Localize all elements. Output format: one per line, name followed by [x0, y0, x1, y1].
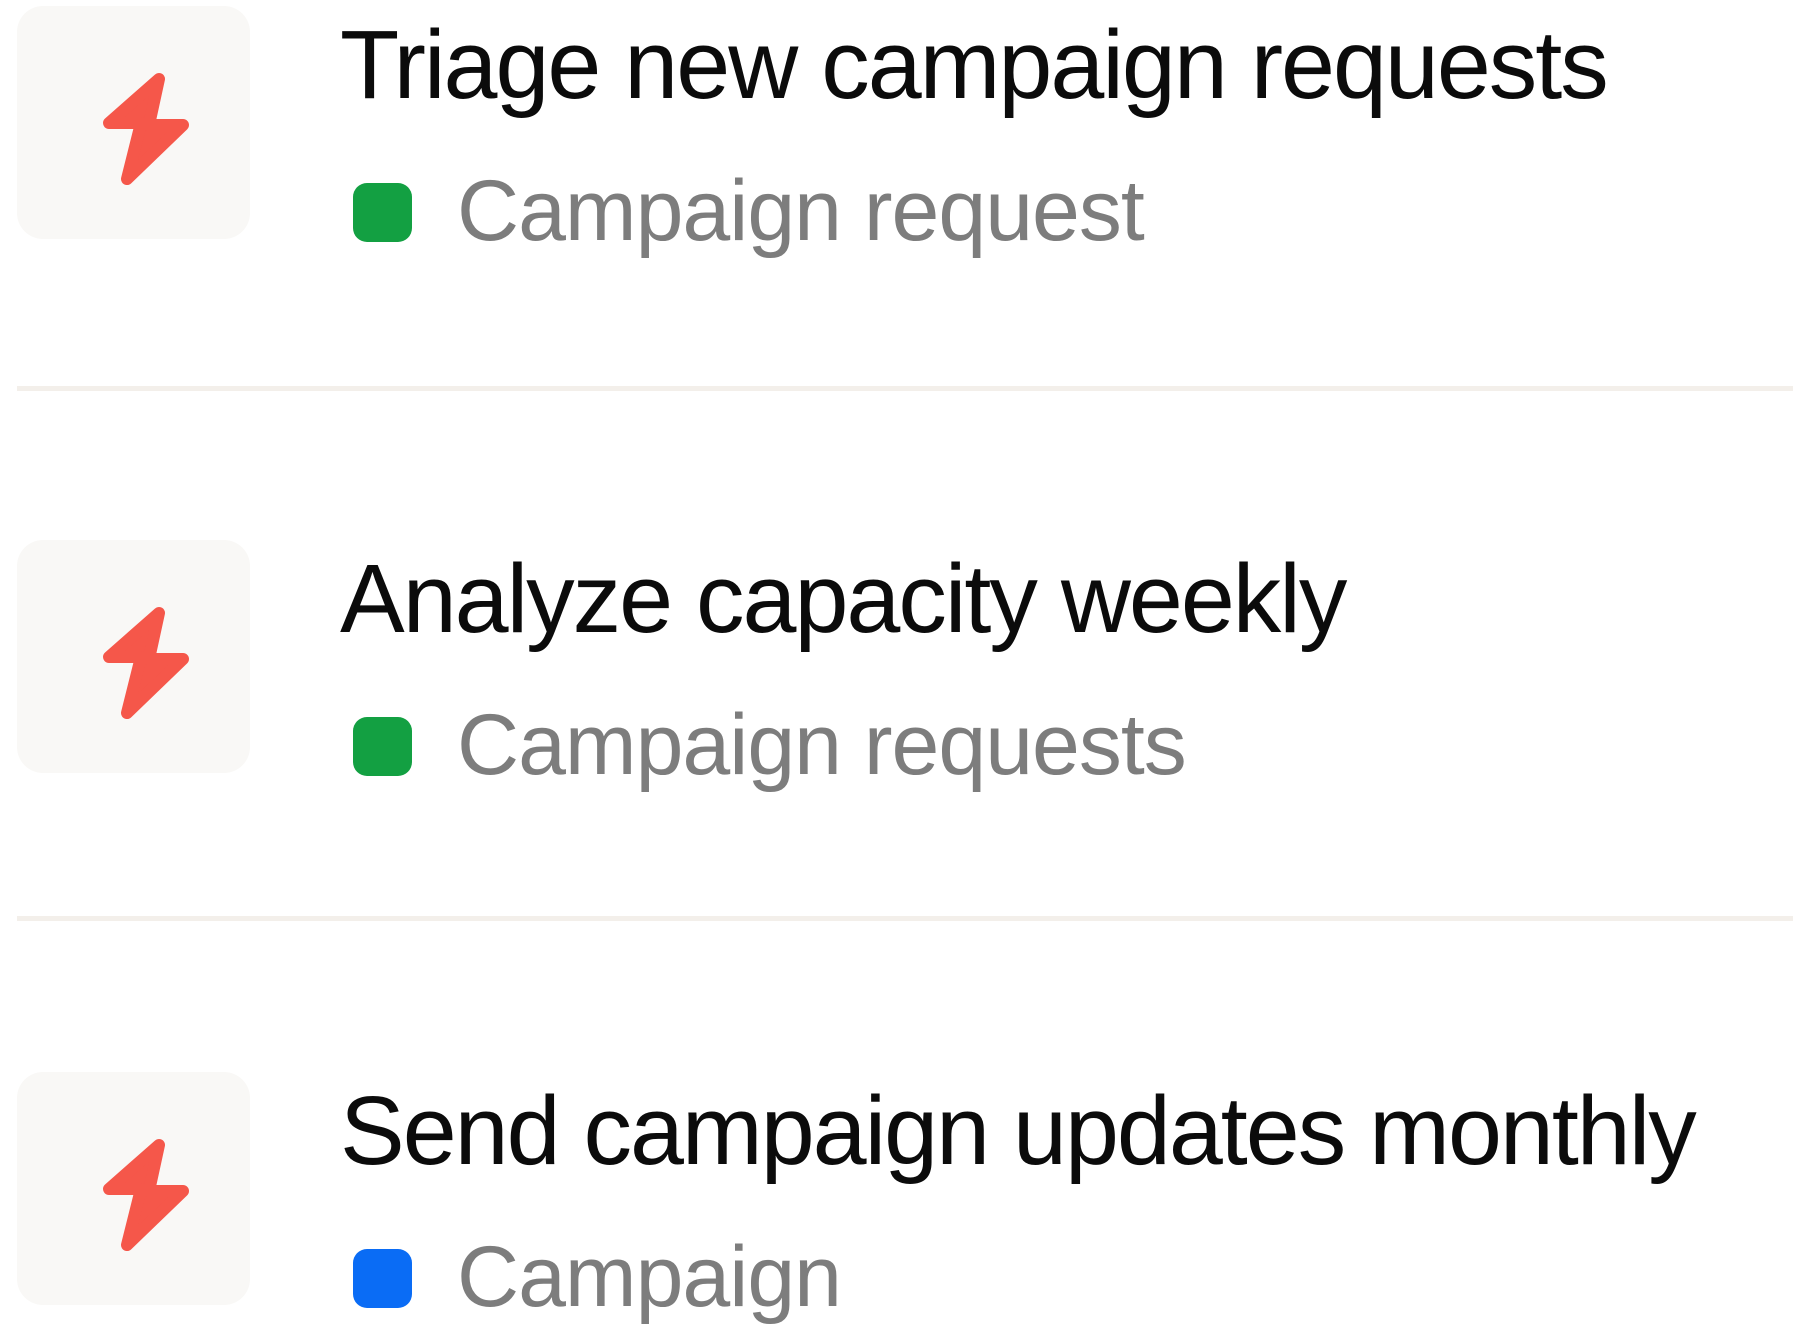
list-item[interactable]: Analyze capacity weekly Campaign request…	[0, 540, 1793, 793]
icon-tile	[17, 6, 250, 239]
list-item[interactable]: Triage new campaign requests Campaign re…	[0, 6, 1793, 259]
item-title: Triage new campaign requests	[340, 10, 1609, 119]
tag-label: Campaign request	[457, 163, 1145, 259]
lightning-bolt-icon	[103, 73, 189, 185]
icon-tile	[17, 540, 250, 773]
tag-color-swatch	[353, 717, 412, 776]
tag-label: Campaign requests	[457, 697, 1187, 793]
tag-color-swatch	[353, 1249, 412, 1308]
automation-list: Triage new campaign requests Campaign re…	[0, 0, 1793, 1325]
divider	[17, 916, 1793, 921]
lightning-bolt-icon	[103, 1139, 189, 1251]
list-item[interactable]: Send campaign updates monthly Campaign	[0, 1072, 1793, 1325]
tag-color-swatch	[353, 183, 412, 242]
item-title: Send campaign updates monthly	[340, 1076, 1697, 1185]
tag-label: Campaign	[457, 1229, 842, 1325]
item-title: Analyze capacity weekly	[340, 544, 1347, 653]
lightning-bolt-icon	[103, 607, 189, 719]
divider	[17, 386, 1793, 391]
icon-tile	[17, 1072, 250, 1305]
